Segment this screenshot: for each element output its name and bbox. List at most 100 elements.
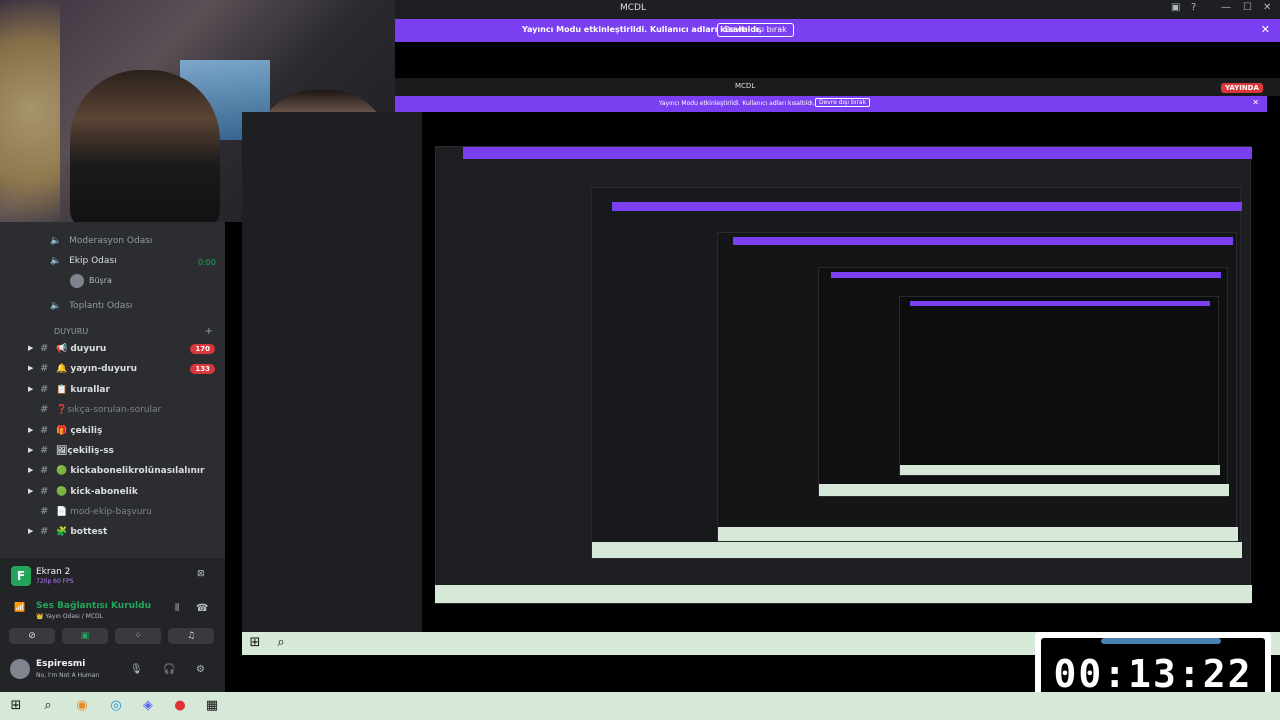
camera-off-icon[interactable]: ⊘ [9,628,55,644]
streamer-mode-banner: Yayıncı Modu etkinleştirildi. Kullanıcı … [395,19,1280,42]
category-duyuru[interactable]: DUYURU [54,327,88,336]
caret-icon: ▶ [28,466,34,474]
nested-level-4 [717,232,1238,542]
screen-share-title: Ekran 2 [36,567,71,577]
activities-icon[interactable]: ⁘ [115,628,161,644]
caret-icon: ▶ [28,487,34,495]
channel-yayin-duyuru[interactable]: ▶ # 🔔 yayın-duyuru 133 [0,360,225,380]
gear-icon[interactable]: ⚙ [196,664,205,675]
close-window-icon[interactable]: ✕ [1263,2,1271,13]
nested-level-3 [591,187,1242,559]
nested-level-6 [899,296,1220,476]
soundboard-icon[interactable]: ♫ [168,628,214,644]
headphones-icon[interactable]: 🎧 [163,664,175,675]
voice-channel-moderasyon[interactable]: 🔈 Moderasyon Odası [50,236,152,246]
channel-label: 🟢 kick-abonelik [56,487,138,497]
search-icon[interactable]: ⌕ [39,697,57,715]
hash-icon: # [40,404,49,415]
channel-duyuru[interactable]: ▶ # 📢 duyuru 170 [0,340,225,360]
discord-icon[interactable]: ◈ [139,697,157,715]
screen-share-quality: 720p 60 FPS [36,578,74,585]
voice-panel: F Ekran 2 720p 60 FPS ⊠ 📶 Ses Bağlantısı… [0,558,225,692]
mention-badge: 170 [190,344,215,354]
nested-level-2 [435,146,1252,604]
hash-icon: # [40,363,49,374]
window-title: MCDL [620,3,646,13]
close-banner-icon[interactable]: ✕ [1261,23,1270,36]
voice-connection-status[interactable]: Ses Bağlantısı Kuruldu [36,601,151,611]
channel-label: 📢 duyuru [56,344,107,354]
nested-disable-button[interactable]: Devre dışı bırak [815,98,871,107]
caret-icon: ▶ [28,385,34,393]
browser-icon[interactable]: ◉ [73,697,91,715]
nested-close-icon[interactable]: ✕ [1252,98,1259,107]
nested-taskbar-4 [718,527,1238,541]
nested-screen-area [422,112,1280,634]
record-icon[interactable]: ● [171,697,189,715]
disconnect-icon[interactable]: ☎ [196,603,208,614]
channel-label: 🟢 kickabonelikrolünasılalınır [56,466,205,476]
channel-label: 📄 mod-ekip-başvuru [56,507,152,517]
search-icon: ⌕ [277,635,285,650]
user-status: No, I'm Not A Human [36,672,100,679]
avatar[interactable] [10,659,30,679]
channel-mod-ekip-basvuru[interactable]: # 📄 mod-ekip-başvuru [0,503,225,523]
hash-icon: # [40,445,49,456]
maximize-icon[interactable]: ☐ [1243,2,1252,13]
speaker-icon: 🔈 [50,301,62,311]
voice-channel-toplanti[interactable]: 🔈 Toplantı Odası [50,301,132,311]
stop-stream-icon[interactable]: ⊠ [197,569,205,579]
channel-sss[interactable]: # ❓sıkça-sorulan-sorular [0,401,225,421]
disable-streamer-mode-button[interactable]: Devre dışı bırak [717,23,794,37]
channel-kick-abonelik[interactable]: ▶ # 🟢 kick-abonelik [0,483,225,503]
caret-icon: ▶ [28,426,34,434]
channel-kickabonelikrol[interactable]: ▶ # 🟢 kickabonelikrolünasılalınır [0,462,225,482]
channel-bottest[interactable]: ▶ # 🧩 bottest [0,523,225,543]
nested-sidebar [242,112,422,632]
hash-icon: # [40,506,49,517]
speaker-icon: 🔈 [50,256,62,266]
nested-taskbar-2 [435,585,1252,603]
channel-label: 📋 kurallar [56,385,110,395]
caret-icon: ▶ [28,344,34,352]
nested-banner-5 [831,272,1221,278]
caret-icon: ▶ [28,446,34,454]
voice-channel-ekip[interactable]: 🔈 Ekip Odası [50,256,117,266]
timer-value: 00:13:22 [1053,652,1253,696]
hash-icon: # [40,486,49,497]
avatar [70,274,84,288]
channel-cekilis[interactable]: ▶ # 🎁 çekiliş [0,422,225,442]
nested-banner-4 [733,237,1233,245]
hash-icon: # [40,384,49,395]
channel-label: 🧩 bottest [56,527,108,537]
voice-connection-channel[interactable]: 👑 Yayın Odası / MCDL [36,613,103,620]
noise-suppression-icon[interactable]: ⫴ [175,603,179,614]
windows-start-icon[interactable]: ⊞ [7,697,25,715]
channel-cekilis-ss[interactable]: ▶ # 🖼çekiliş-ss [0,442,225,462]
signal-icon: 📶 [14,603,26,613]
minimize-icon[interactable]: — [1221,2,1231,13]
title-bar: MCDL ▣ ? — ☐ ✕ [395,0,1280,19]
live-badge: YAYINDA [1221,83,1263,93]
webcam-light [0,0,60,222]
voice-channel-label: Toplantı Odası [69,301,133,311]
add-channel-icon[interactable]: + [205,326,213,337]
channel-kurallar[interactable]: ▶ # 📋 kurallar [0,381,225,401]
microphone-icon[interactable]: 🎙 [130,664,143,675]
screen-share-icon[interactable]: ▣ [62,628,108,644]
caret-icon: ▶ [28,364,34,372]
help-icon[interactable]: ? [1191,2,1196,13]
app-icon[interactable]: ▦ [203,697,221,715]
speaker-icon: 🔈 [50,236,62,246]
voice-timer: 0:00 [198,258,216,267]
username[interactable]: Espiresmi [36,659,85,669]
hash-icon: # [40,425,49,436]
inbox-icon[interactable]: ▣ [1171,2,1180,13]
channel-label: 🔔 yayın-duyuru [56,364,138,374]
voice-member-name[interactable]: Büşra [89,276,112,285]
hash-icon: # [40,526,49,537]
chrome-icon[interactable]: ◎ [107,697,125,715]
nested-streamer-banner: Yayıncı Modu etkinleştirildi. Kullanıcı … [395,96,1267,112]
timer-bar-top [1101,638,1221,644]
voice-channel-label: Moderasyon Odası [69,236,153,246]
